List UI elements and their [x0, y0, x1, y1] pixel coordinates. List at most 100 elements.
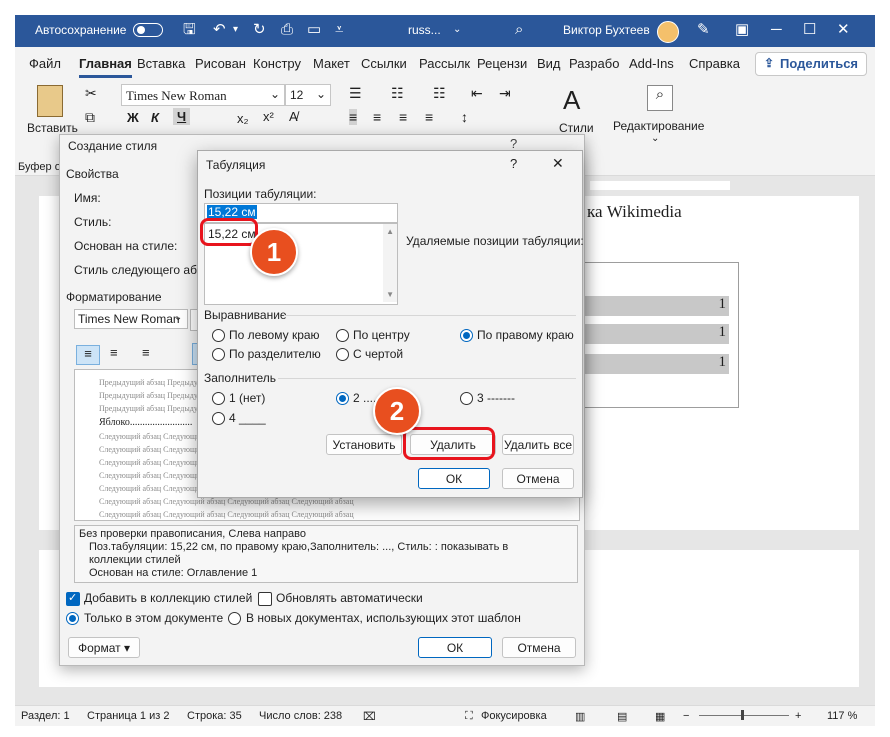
word-count[interactable]: Число слов: 238 [259, 710, 342, 722]
line-spacing-icon[interactable]: ↕ [461, 109, 468, 125]
focus-mode[interactable]: Фокусировка [481, 710, 547, 722]
ribbon-display-icon[interactable]: ▣ [735, 21, 749, 39]
tab-file[interactable]: Файл [29, 56, 61, 71]
focus-icon[interactable]: ⛶ [465, 710, 473, 723]
page-indicator[interactable]: Страница 1 из 2 [87, 710, 169, 722]
set-button[interactable]: Установить [326, 434, 402, 455]
tab-layout[interactable]: Макет [313, 56, 350, 71]
strikethrough-icon[interactable]: x₂ [237, 111, 249, 126]
paste-label[interactable]: Вставить [27, 121, 78, 135]
redo-icon[interactable]: ↻ [253, 21, 266, 39]
paste-icon[interactable] [37, 85, 63, 117]
align-decimal-radio[interactable] [212, 348, 225, 361]
pen-icon[interactable]: ✎ [697, 21, 710, 39]
print-icon[interactable]: ⎙ [281, 21, 293, 39]
scroll-up-icon[interactable]: ▲ [386, 227, 394, 236]
leader-3-radio[interactable] [460, 392, 473, 405]
align-center-label[interactable]: По центру [353, 328, 410, 342]
leader-1-label[interactable]: 1 (нет) [229, 391, 265, 405]
minimize-icon[interactable]: ─ [771, 21, 782, 39]
zoom-slider-thumb[interactable] [741, 710, 744, 720]
align-center-icon[interactable]: ≡ [373, 109, 381, 125]
font-size-select[interactable]: 12 ⌄ [285, 84, 331, 106]
section-indicator[interactable]: Раздел: 1 [21, 710, 70, 722]
align-right-radio[interactable] [460, 329, 473, 342]
align-decimal-label[interactable]: По разделителю [229, 347, 321, 361]
align-left-icon[interactable]: ≡ [349, 109, 358, 125]
add-to-gallery-checkbox[interactable] [66, 591, 80, 606]
add-to-gallery-label[interactable]: Добавить в коллекцию стилей [84, 591, 252, 605]
tab-draw[interactable]: Рисован [195, 56, 246, 71]
leader-2-radio[interactable] [336, 392, 349, 405]
new-docs-radio[interactable] [228, 612, 241, 625]
undo-dropdown-icon[interactable]: ▾ [233, 21, 238, 39]
new-docs-label[interactable]: В новых документах, использующих этот ша… [246, 611, 521, 625]
underline-button[interactable]: Ч [173, 108, 191, 125]
auto-update-checkbox[interactable] [258, 592, 272, 606]
scroll-down-icon[interactable]: ▼ [386, 290, 394, 299]
find-icon[interactable]: ⌕ [647, 85, 673, 111]
vertical-ruler[interactable] [18, 196, 32, 526]
cancel-button[interactable]: Отмена [502, 468, 574, 489]
tab-addins[interactable]: Add-Ins [629, 56, 674, 71]
align-left-label[interactable]: По левому краю [229, 328, 320, 342]
help-button[interactable]: ? [510, 156, 517, 171]
copy-icon[interactable]: ⧉ [85, 109, 95, 126]
numbering-icon[interactable]: ☷ [391, 85, 404, 102]
ok-button[interactable]: ОК [418, 468, 490, 489]
cancel-button[interactable]: Отмена [502, 637, 576, 658]
multilevel-icon[interactable]: ☷ [433, 85, 446, 102]
tab-review[interactable]: Рецензи [477, 56, 527, 71]
only-this-doc-radio[interactable] [66, 612, 79, 625]
zoom-slider[interactable] [699, 715, 789, 716]
align-center-radio[interactable] [336, 329, 349, 342]
bullets-icon[interactable]: ☰ [349, 85, 362, 102]
bold-button[interactable]: Ж [127, 110, 139, 125]
help-icon[interactable]: ? [510, 136, 517, 151]
tab-mailings[interactable]: Рассылк [419, 56, 470, 71]
tab-references[interactable]: Ссылки [361, 56, 407, 71]
align-left-icon[interactable]: ≡ [76, 345, 100, 365]
avatar[interactable] [657, 21, 679, 43]
auto-update-label[interactable]: Обновлять автоматически [276, 591, 423, 605]
justify-icon[interactable]: ≡ [425, 109, 433, 125]
close-icon[interactable]: ✕ [552, 155, 564, 172]
web-layout-icon[interactable]: ▦ [655, 710, 665, 723]
zoom-level[interactable]: 117 % [827, 710, 857, 722]
close-icon[interactable]: ✕ [837, 21, 850, 39]
chevron-down-icon[interactable]: ⌄ [174, 312, 182, 323]
clear-format-icon[interactable]: A̸ [289, 109, 298, 124]
line-indicator[interactable]: Строка: 35 [187, 710, 242, 722]
align-center-icon[interactable]: ≡ [110, 345, 118, 360]
align-right-icon[interactable]: ≡ [399, 109, 407, 125]
superscript-icon[interactable]: x² [263, 109, 274, 124]
autosave-toggle[interactable] [133, 23, 163, 37]
align-right-icon[interactable]: ≡ [142, 345, 150, 360]
leader-4-label[interactable]: 4 ____ [229, 411, 266, 425]
font-name-select[interactable]: Times New Roman ⌄ [121, 84, 285, 106]
align-right-label[interactable]: По правому краю [477, 328, 574, 342]
ok-button[interactable]: ОК [418, 637, 492, 658]
leader-4-radio[interactable] [212, 412, 225, 425]
styles-icon[interactable]: A [563, 85, 580, 116]
read-mode-icon[interactable]: ▥ [575, 710, 585, 723]
tab-view[interactable]: Вид [537, 56, 561, 71]
customize-icon[interactable]: ⩡ [335, 21, 343, 39]
leader-3-label[interactable]: 3 ------- [477, 391, 515, 405]
save-icon[interactable]: 🖫 [183, 21, 196, 39]
zoom-out-icon[interactable]: − [683, 710, 689, 722]
tab-home[interactable]: Главная [79, 56, 132, 78]
new-doc-icon[interactable]: ▭ [307, 21, 321, 39]
undo-icon[interactable]: ↶ [213, 21, 226, 39]
tab-help[interactable]: Справка [689, 56, 740, 71]
font-select[interactable]: Times New Roman [74, 309, 188, 329]
tab-design[interactable]: Констру [253, 56, 301, 71]
only-this-doc-label[interactable]: Только в этом документе [84, 611, 223, 625]
editing-label[interactable]: Редактирование [613, 119, 704, 133]
maximize-icon[interactable]: ☐ [803, 21, 816, 39]
align-bar-label[interactable]: С чертой [353, 347, 403, 361]
italic-button[interactable]: К [151, 110, 159, 125]
leader-1-radio[interactable] [212, 392, 225, 405]
search-icon[interactable]: ⌕ [515, 21, 523, 39]
outdent-icon[interactable]: ⇥ [499, 85, 511, 102]
